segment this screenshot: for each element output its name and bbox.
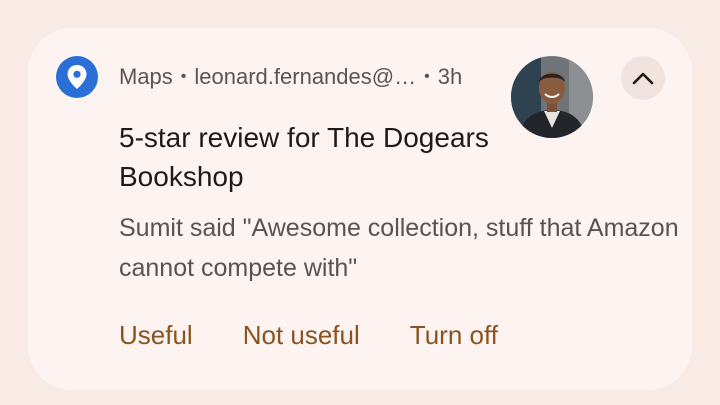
avatar: [511, 56, 593, 138]
notification-card[interactable]: Maps • leonard.fernandes@… • 3h 5-star r…: [28, 28, 692, 390]
notification-title: 5-star review for The Dogears Bookshop: [119, 122, 489, 192]
not-useful-button[interactable]: Not useful: [243, 320, 360, 351]
header-separator: •: [424, 68, 430, 85]
turn-off-button[interactable]: Turn off: [410, 320, 498, 351]
notification-body: Sumit said "Awesome collection, stuff th…: [119, 214, 679, 282]
collapse-button[interactable]: [621, 56, 665, 100]
chevron-up-icon: [632, 72, 654, 85]
notification-header: Maps • leonard.fernandes@… • 3h: [119, 64, 462, 90]
account-email: leonard.fernandes@…: [194, 64, 417, 89]
notification-actions: Useful Not useful Turn off: [119, 320, 498, 351]
notification-time: 3h: [437, 64, 463, 89]
app-name: Maps: [119, 64, 173, 89]
header-separator: •: [180, 68, 187, 85]
useful-button[interactable]: Useful: [119, 320, 193, 351]
maps-pin-icon: [56, 56, 98, 98]
